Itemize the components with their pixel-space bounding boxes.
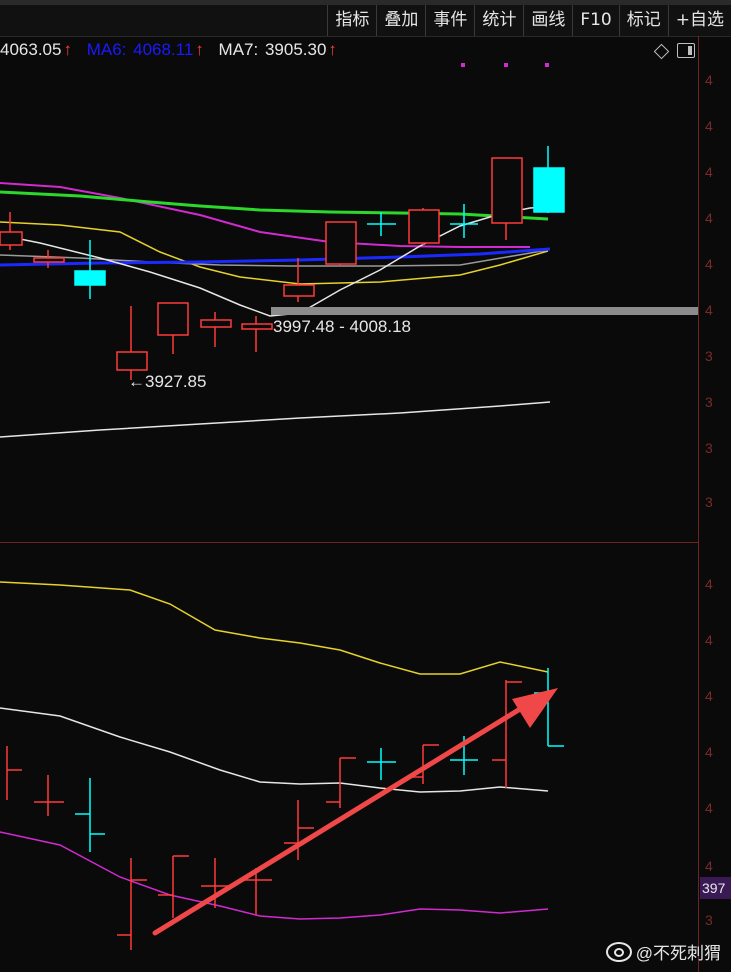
candle-up — [116, 351, 148, 371]
axis-tick: 3 — [705, 912, 713, 928]
candle-up — [200, 319, 232, 328]
candle-up — [325, 221, 357, 265]
panel-divider — [0, 542, 698, 543]
axis-tick: 4 — [705, 72, 713, 88]
candle-up — [491, 157, 523, 224]
axis-tick: 4 — [705, 164, 713, 180]
lower-line-white — [0, 707, 549, 793]
watermark: @不死刺猬 — [605, 939, 721, 964]
range-annotation: 3997.48 - 4008.18 — [273, 317, 412, 336]
candle-up — [157, 302, 189, 336]
candlestick-chart[interactable] — [0, 0, 698, 972]
price-axis: 4 4 4 4 4 4 3 3 3 3 4 4 4 4 4 4 3 — [698, 36, 731, 972]
marker-dot — [461, 63, 465, 67]
watermark-text: @不死刺猬 — [635, 944, 721, 963]
price-range-bar — [271, 307, 698, 315]
axis-tick: 3 — [705, 394, 713, 410]
upper-candles-down — [74, 146, 565, 299]
candle-up — [0, 231, 23, 246]
ma-line-green — [0, 190, 549, 221]
axis-tick: 4 — [705, 210, 713, 226]
candle-up — [283, 284, 315, 297]
marker-dot — [545, 63, 549, 67]
candle-up — [33, 257, 65, 263]
weibo-icon — [605, 941, 632, 962]
ma-line-long — [0, 401, 551, 438]
axis-tick: 4 — [705, 858, 713, 874]
axis-tick: 4 — [705, 256, 713, 272]
low-annotation: ←3927.85 — [128, 372, 207, 391]
axis-tick: 3 — [705, 494, 713, 510]
axis-tick: 4 — [705, 302, 713, 318]
lower-candles-down — [75, 668, 564, 852]
candle-up — [408, 209, 440, 244]
axis-tick: 4 — [705, 744, 713, 760]
axis-tick: 4 — [705, 118, 713, 134]
lower-line-yellow — [0, 581, 549, 675]
marker-dot — [504, 63, 508, 67]
axis-tick: 3 — [705, 440, 713, 456]
ma-line-blue — [0, 247, 551, 267]
current-price-tag: 397 — [700, 877, 731, 899]
axis-tick: 4 — [705, 688, 713, 704]
candle-down — [533, 167, 565, 213]
lower-line-magenta — [0, 831, 549, 920]
candle-up — [241, 323, 273, 330]
axis-tick: 4 — [705, 800, 713, 816]
trend-arrow — [152, 688, 558, 936]
candle-down — [74, 270, 106, 286]
axis-tick: 3 — [705, 348, 713, 364]
axis-tick: 4 — [705, 632, 713, 648]
axis-tick: 4 — [705, 576, 713, 592]
